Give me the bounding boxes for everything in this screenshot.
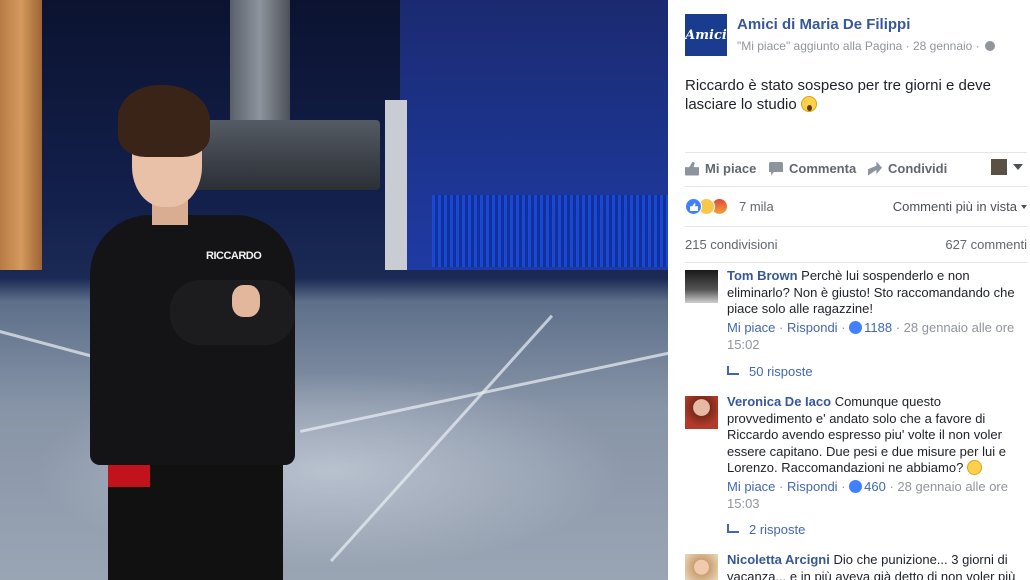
person-hair: [118, 85, 210, 157]
replies-count: 2 risposte: [749, 522, 806, 537]
comment-like-number: 1188: [864, 319, 893, 335]
smile-emoji-icon: [966, 460, 982, 475]
comment-count[interactable]: 627 commenti: [945, 237, 1027, 252]
studio-led-wall: [432, 195, 668, 267]
view-replies-link[interactable]: 2 risposte: [727, 522, 805, 537]
post-header: Amici Amici di Maria De Filippi "Mi piac…: [685, 14, 1025, 58]
like-reaction-icon[interactable]: [685, 198, 702, 215]
share-button-label: Condividi: [888, 161, 948, 176]
post-text: Riccardo è stato sospeso per tre giorni …: [685, 76, 1010, 114]
chevron-down-icon[interactable]: [1013, 164, 1023, 170]
studio-step: [385, 100, 407, 270]
post-photo[interactable]: RICCARDO: [0, 0, 668, 580]
globe-icon: [985, 41, 996, 51]
person-crossed-arms: [170, 280, 295, 345]
comment-button[interactable]: Commenta: [769, 161, 856, 176]
divider: [685, 262, 1027, 263]
comment-icon: [769, 161, 783, 176]
commenter-avatar[interactable]: [685, 396, 718, 429]
post-meta-text[interactable]: "Mi piace" aggiunto alla Pagina · 28 gen…: [737, 39, 980, 53]
comment-author[interactable]: Nicoletta Arcigni: [727, 552, 830, 567]
viewer-avatar[interactable]: [991, 159, 1007, 175]
view-replies-link[interactable]: 50 risposte: [727, 364, 813, 379]
comment-body: Tom Brown Perchè lui sospenderlo e non e…: [727, 268, 1017, 353]
reply-arrow-icon: [727, 524, 739, 533]
comment-author[interactable]: Tom Brown: [727, 268, 798, 283]
comment-sort-dropdown[interactable]: Commenti più in vista: [893, 199, 1027, 214]
commenter-avatar[interactable]: [685, 554, 718, 580]
red-cloth: [108, 465, 150, 487]
like-bubble-icon: [849, 320, 863, 334]
comment-like-link[interactable]: Mi piace: [727, 479, 775, 494]
thumbs-up-icon: [685, 161, 699, 176]
comment-actions: Mi piace · Rispondi · 1188 · 28 gennaio …: [727, 319, 1015, 352]
like-button[interactable]: Mi piace: [685, 161, 756, 176]
divider: [685, 186, 1027, 187]
comment-reply-link[interactable]: Rispondi: [787, 479, 838, 494]
comment-like-link[interactable]: Mi piace: [727, 320, 775, 335]
share-button[interactable]: Condividi: [868, 161, 947, 176]
comment-body: Veronica De Iaco Comunque questo provved…: [727, 394, 1017, 512]
post-text-content: Riccardo è stato sospeso per tre giorni …: [685, 77, 991, 113]
like-button-label: Mi piace: [705, 161, 757, 176]
divider: [685, 152, 1027, 153]
comment-like-count[interactable]: 460: [849, 479, 886, 494]
post-sidebar: Amici Amici di Maria De Filippi "Mi piac…: [668, 0, 1030, 580]
commenter-avatar[interactable]: [685, 270, 718, 303]
comment-sort-label: Commenti più in vista: [892, 199, 1017, 214]
replies-count: 50 risposte: [749, 364, 813, 379]
caret-down-icon: [1021, 205, 1027, 209]
comment-button-label: Commenta: [789, 161, 857, 176]
post-stats: 215 condivisioni 627 commenti: [685, 237, 1027, 255]
reactions-summary: 7 mila Commenti più in vista: [685, 196, 1027, 218]
shirt-print: RICCARDO: [206, 250, 262, 262]
floor-marking: [330, 314, 554, 563]
reply-arrow-icon: [727, 366, 739, 375]
comment-like-number: 460: [864, 478, 886, 494]
person-hand: [232, 285, 260, 317]
comment-body: Nicoletta Arcigni Dio che punizione... 3…: [727, 552, 1017, 580]
comment-reply-link[interactable]: Rispondi: [787, 320, 838, 335]
reaction-count[interactable]: 7 mila: [739, 199, 774, 214]
page-avatar-logo: Amici: [685, 27, 727, 43]
divider: [685, 226, 1027, 227]
post-meta: "Mi piace" aggiunto alla Pagina · 28 gen…: [737, 39, 996, 53]
page-name-link[interactable]: Amici di Maria De Filippi: [737, 16, 910, 33]
share-icon: [868, 161, 882, 176]
comment-author[interactable]: Veronica De Iaco: [727, 394, 831, 409]
post-actions-bar: Mi piace Commenta Condividi: [685, 155, 1027, 185]
comment-actions: Mi piace · Rispondi · 460 · 28 gennaio a…: [727, 478, 1008, 511]
share-count[interactable]: 215 condivisioni: [685, 237, 778, 252]
comment-like-count[interactable]: 1188: [849, 320, 892, 335]
studio-wood-wall: [0, 0, 42, 270]
like-bubble-icon: [849, 479, 863, 493]
scream-emoji-icon: [800, 96, 817, 112]
person-figure: RICCARDO: [90, 85, 310, 580]
page-avatar[interactable]: Amici: [685, 14, 727, 56]
